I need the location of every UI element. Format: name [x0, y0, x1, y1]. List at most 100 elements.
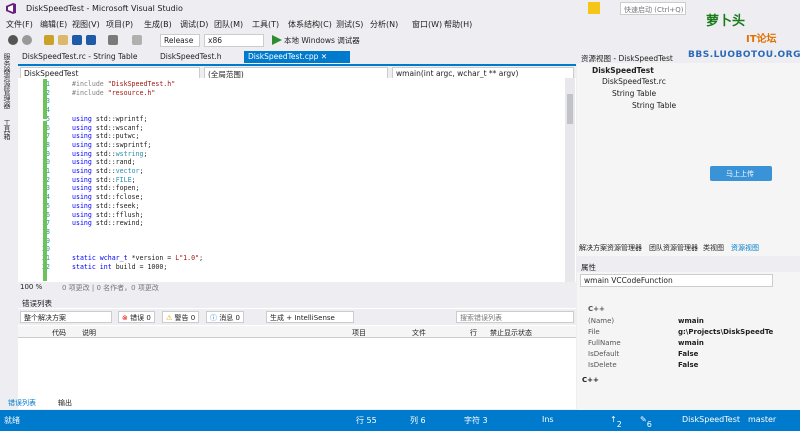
menu-item-10[interactable]: 分析(N): [370, 19, 398, 30]
code-text: #include "resource.h": [72, 89, 155, 97]
property-row[interactable]: FullName wmain: [580, 339, 773, 349]
code-editor[interactable]: 1 #include "DiskSpeedTest.h" 2 #include "re…: [18, 78, 576, 282]
platform-select[interactable]: x86: [204, 34, 264, 47]
menu-item-3[interactable]: 项目(P): [106, 19, 133, 30]
menu-item-1[interactable]: 编辑(E): [40, 19, 67, 30]
code-text: using std::wscanf;: [72, 124, 143, 132]
status-branch[interactable]: master: [748, 415, 776, 424]
tree-item-string-table[interactable]: String Table: [632, 101, 676, 110]
zoom-level[interactable]: 100 %: [20, 283, 42, 291]
tab-cpp-file[interactable]: DiskSpeedTest.cpp ✕: [244, 51, 350, 63]
code-token: static: [72, 254, 100, 262]
start-debug-button[interactable]: 本地 Windows 调试器: [284, 35, 360, 46]
tab-output[interactable]: 输出: [58, 398, 72, 408]
tab-header-file[interactable]: DiskSpeedTest.h: [156, 51, 226, 63]
feedback-flag-icon[interactable]: [588, 2, 600, 14]
error-list-header: 错误列表: [18, 296, 576, 308]
code-token: std::putwc;: [95, 132, 140, 141]
tab-resource-view[interactable]: 资源视图: [731, 243, 759, 253]
property-row[interactable]: IsDelete False: [580, 361, 773, 371]
menu-item-4[interactable]: 生成(B): [144, 19, 172, 30]
tab-team-explorer[interactable]: 团队资源管理器: [649, 243, 698, 253]
configuration-select[interactable]: Release: [160, 34, 200, 47]
tree-item-rc[interactable]: DiskSpeedTest.rc: [602, 77, 666, 86]
line-number: 3: [46, 97, 50, 106]
menu-item-2[interactable]: 视图(V): [72, 19, 100, 30]
code-text: using std::putwc;: [72, 132, 140, 140]
tab-error-list[interactable]: 错误列表: [8, 398, 36, 408]
menu-item-5[interactable]: 调试(D): [180, 19, 208, 30]
tab-solution-explorer[interactable]: 解决方案资源管理器: [579, 243, 642, 253]
code-text: using std::rand;: [72, 158, 136, 166]
line-number: 18: [30, 228, 50, 236]
code-text: using std::fclose;: [72, 193, 143, 201]
messages-filter-button[interactable]: ⓘ 消息 0: [206, 311, 244, 323]
menu-item-6[interactable]: 团队(M): [214, 19, 243, 30]
status-push[interactable]: ↑ 2: [610, 415, 622, 429]
line-number: 6: [46, 123, 50, 132]
build-filter-select[interactable]: 生成 + IntelliSense: [266, 311, 354, 323]
properties-object-select[interactable]: wmain VCCodeFunction: [580, 274, 773, 287]
open-file-icon[interactable]: [58, 35, 68, 45]
forward-icon[interactable]: [22, 35, 32, 45]
code-token: "resource.h": [107, 88, 156, 97]
editor-scrollbar[interactable]: [565, 78, 575, 282]
code-token: ;: [131, 175, 136, 184]
menu-item-9[interactable]: 测试(S): [336, 19, 363, 30]
properties-category: C++: [588, 305, 605, 313]
column-description[interactable]: 说明: [82, 328, 96, 338]
properties-title: 属性: [581, 263, 596, 272]
property-row[interactable]: File g:\Projects\DiskSpeedTes: [580, 328, 773, 338]
line-number: 5: [46, 114, 50, 123]
start-debug-icon[interactable]: [272, 35, 282, 45]
codelens-info: 0 项更改 | 0 名作者，0 项更改: [62, 284, 159, 292]
column-project[interactable]: 项目: [352, 328, 366, 338]
property-key: IsDelete: [588, 361, 617, 369]
property-row[interactable]: IsDefault False: [580, 350, 773, 360]
line-number: 7: [46, 132, 50, 141]
column-code[interactable]: 代码: [52, 328, 66, 338]
menu-item-7[interactable]: 工具(T): [252, 19, 279, 30]
close-tab-icon[interactable]: ✕: [321, 52, 327, 61]
tree-item-project[interactable]: DiskSpeedTest: [592, 66, 654, 75]
watermark-url: BBS.LUOBOTOU.ORG: [688, 50, 800, 60]
menu-item-12[interactable]: 帮助(H): [444, 19, 472, 30]
error-search-input[interactable]: 搜索错误列表: [456, 311, 574, 323]
server-explorer-tab[interactable]: 服务器资源管理器: [2, 53, 12, 109]
code-token: static: [72, 262, 100, 271]
error-list-toolbar: 整个解决方案 ⊗ 错误 0 ⚠ 警告 0 ⓘ 消息 0 生成 + Intelli…: [18, 309, 576, 325]
upload-button[interactable]: 马上上传: [710, 166, 772, 181]
code-token: using: [72, 193, 96, 202]
code-text: using std::vector;: [72, 167, 144, 175]
new-project-icon[interactable]: [44, 35, 54, 45]
tab-cpp-label: DiskSpeedTest.cpp: [248, 52, 319, 61]
tree-item-string-table-folder[interactable]: String Table: [612, 89, 656, 98]
warnings-filter-button[interactable]: ⚠ 警告 0: [162, 311, 200, 323]
status-edits[interactable]: ✎ 6: [640, 415, 652, 429]
tab-rc-string-table[interactable]: DiskSpeedTest.rc - String Table: [18, 51, 141, 63]
errors-count: 错误 0: [130, 314, 151, 322]
property-row[interactable]: (Name) wmain: [580, 317, 773, 327]
column-line[interactable]: 行: [470, 328, 477, 338]
menu-item-8[interactable]: 体系结构(C): [288, 19, 332, 30]
column-suppression[interactable]: 禁止显示状态: [490, 328, 532, 338]
toolbox-tab[interactable]: 工具箱: [2, 119, 12, 140]
back-icon[interactable]: [8, 35, 18, 45]
status-line: 行 55: [356, 416, 377, 425]
errors-filter-button[interactable]: ⊗ 错误 0: [118, 311, 155, 323]
save-icon[interactable]: [72, 35, 82, 45]
undo-icon[interactable]: [108, 35, 118, 45]
status-repo[interactable]: DiskSpeedTest: [682, 415, 740, 424]
tab-class-view[interactable]: 类视图: [703, 243, 724, 253]
redo-icon[interactable]: [132, 35, 142, 45]
code-text: using std::wprintf;: [72, 115, 147, 123]
code-token: std::rand;: [95, 158, 136, 167]
menu-item-0[interactable]: 文件(F): [6, 19, 33, 30]
save-all-icon[interactable]: [86, 35, 96, 45]
code-text: using std::fopen;: [72, 184, 140, 192]
menu-item-11[interactable]: 窗口(W): [412, 19, 442, 30]
code-token: using: [72, 219, 96, 228]
scope-select[interactable]: 整个解决方案: [20, 311, 112, 323]
column-file[interactable]: 文件: [412, 328, 426, 338]
quick-launch-input[interactable]: 快速启动 (Ctrl+Q): [620, 2, 686, 15]
